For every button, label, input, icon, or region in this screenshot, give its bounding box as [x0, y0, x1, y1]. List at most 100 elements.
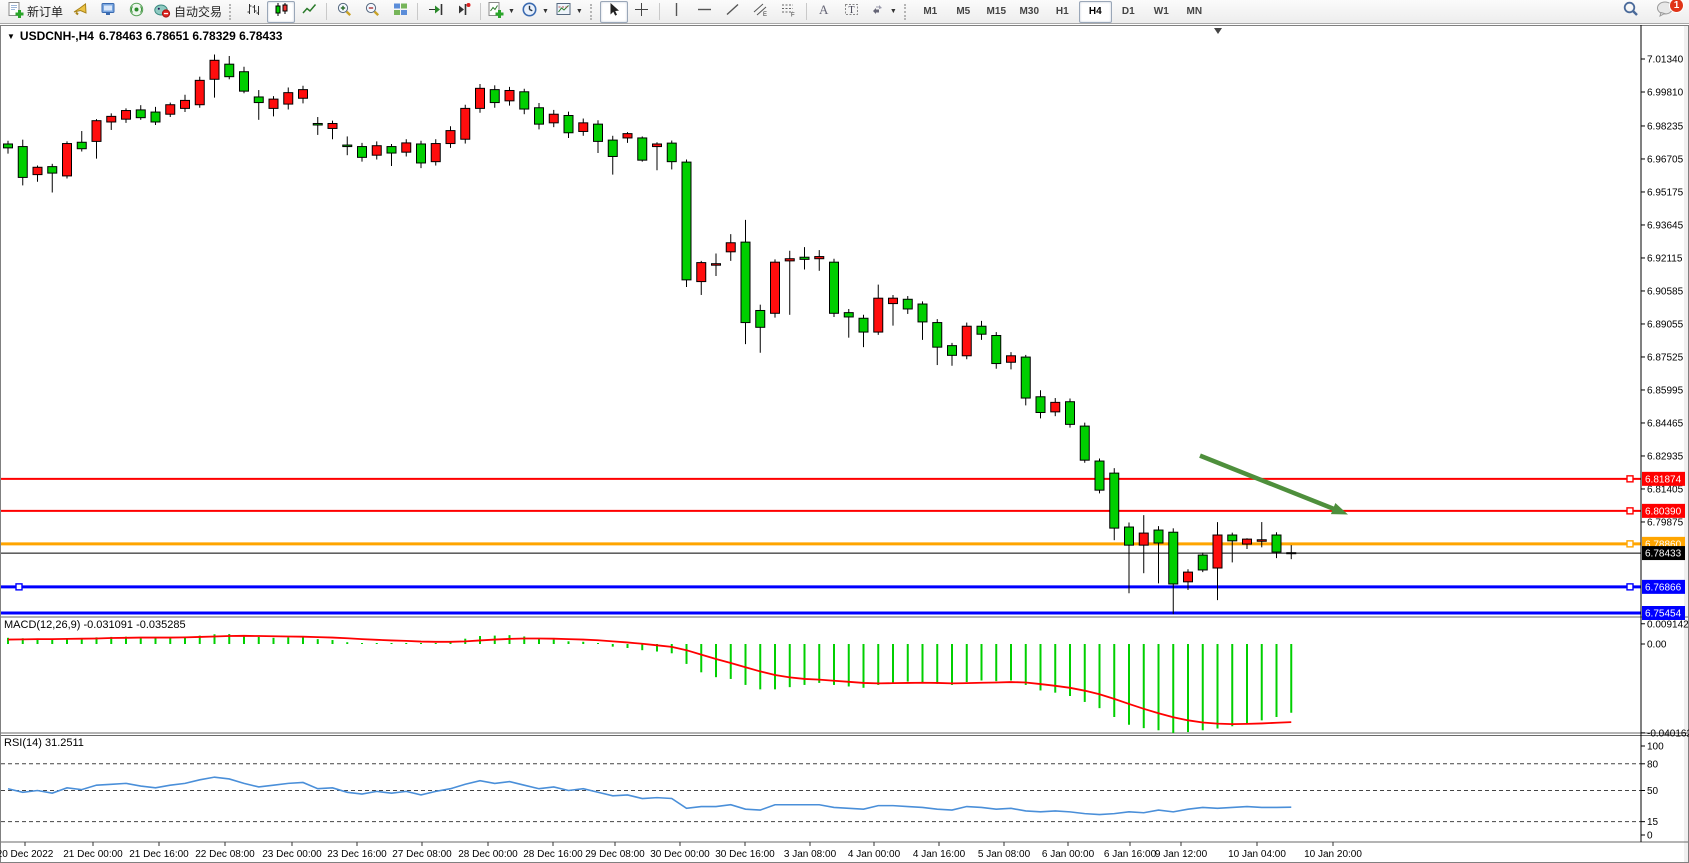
candle-body	[653, 144, 662, 147]
text-label-tool-button[interactable]: T	[838, 1, 866, 23]
candle-body	[667, 143, 676, 162]
candle-body	[284, 93, 293, 104]
new-order-button[interactable]: 新订单	[4, 1, 66, 23]
hline-handle	[16, 584, 22, 590]
candle-body	[299, 90, 308, 99]
indicators-button[interactable]: ▼	[484, 1, 518, 23]
arrows-tool-button[interactable]: ▼	[866, 1, 900, 23]
ohlc-values: 6.78463 6.78651 6.78329 6.78433	[99, 29, 283, 43]
price-tick-label: 6.85995	[1647, 385, 1684, 396]
timeframe-button-M30[interactable]: M30	[1013, 1, 1046, 23]
line-chart-icon	[301, 1, 318, 23]
price-tick-label: 6.82935	[1647, 451, 1684, 462]
market-depth-button[interactable]	[94, 1, 122, 23]
clock-icon	[521, 1, 538, 23]
zoom-out-button[interactable]	[358, 1, 386, 23]
crosshair-icon	[633, 1, 650, 23]
candle-body	[1095, 461, 1104, 490]
template-icon	[555, 1, 572, 23]
symbol-dropdown-icon[interactable]: ▼	[7, 32, 15, 41]
timeframe-button-M1[interactable]: M1	[914, 1, 947, 23]
macd-pane	[8, 634, 1291, 733]
trend-arrow-annotation	[1200, 456, 1348, 515]
chart-canvas[interactable]: 7.013406.998106.982356.967056.951756.936…	[0, 25, 1689, 863]
autotrading-button[interactable]: 自动交易	[150, 1, 225, 23]
rsi-axis-label: 50	[1647, 786, 1659, 797]
text-icon: A	[815, 1, 832, 23]
line-chart-button[interactable]	[295, 1, 323, 23]
chevron-down-icon: ▼	[508, 8, 515, 15]
time-label: 21 Dec 00:00	[63, 849, 123, 860]
rsi-axis-label: 15	[1647, 817, 1659, 828]
time-label: 10 Jan 20:00	[1304, 849, 1362, 860]
candle-body	[402, 143, 411, 152]
chevron-down-icon: ▼	[576, 8, 583, 15]
broadcast-button[interactable]	[122, 1, 150, 23]
tile-windows-button[interactable]	[386, 1, 414, 23]
crosshair-tool-button[interactable]	[628, 1, 656, 23]
periods-button[interactable]: ▼	[518, 1, 552, 23]
timeframe-button-H4[interactable]: H4	[1079, 1, 1112, 23]
time-label: 3 Jan 08:00	[784, 849, 837, 860]
text-tool-button[interactable]: A	[810, 1, 838, 23]
candle-body	[564, 116, 573, 133]
price-tick-label: 6.89055	[1647, 319, 1684, 330]
candle-body	[195, 80, 204, 104]
chat-unread-badge: 1	[1669, 0, 1684, 13]
price-tick-label: 6.95175	[1647, 187, 1684, 198]
timeframe-button-M5[interactable]: M5	[947, 1, 980, 23]
candle-body	[874, 298, 883, 332]
timeframe-button-W1[interactable]: W1	[1145, 1, 1178, 23]
horn-button[interactable]	[66, 1, 94, 23]
candle-body	[1243, 539, 1252, 544]
search-button[interactable]	[1617, 1, 1645, 23]
candle-body	[1080, 426, 1089, 460]
time-label: 28 Dec 00:00	[458, 849, 518, 860]
trendline-tool-button[interactable]	[719, 1, 747, 23]
svg-text:6.76866: 6.76866	[1645, 582, 1682, 593]
price-badge-6.76866: 6.76866	[1642, 580, 1685, 594]
candle-body	[181, 100, 190, 108]
macd-indicator-label: MACD(12,26,9) -0.031091 -0.035285	[4, 619, 186, 631]
price-tick-label: 6.99810	[1647, 87, 1684, 98]
candle-body	[18, 147, 27, 178]
horn-icon	[72, 1, 89, 23]
horizontal-line-tool-button[interactable]	[691, 1, 719, 23]
timeframe-button-D1[interactable]: D1	[1112, 1, 1145, 23]
vertical-line-tool-button[interactable]	[663, 1, 691, 23]
auto-scroll-icon	[427, 1, 444, 23]
price-tick-label: 6.93645	[1647, 220, 1684, 231]
timeframe-button-MN[interactable]: MN	[1178, 1, 1211, 23]
price-tick-label: 6.81405	[1647, 484, 1684, 495]
timeframe-button-M15[interactable]: M15	[980, 1, 1013, 23]
cursor-tool-button[interactable]	[600, 1, 628, 23]
fibonacci-tool-button[interactable]: F	[775, 1, 803, 23]
candle-body	[535, 108, 544, 124]
price-badge-6.78433: 6.78433	[1642, 546, 1685, 560]
rsi-axis-label: 100	[1647, 742, 1664, 753]
symbol-label[interactable]: ▼ USDCNH-,H4 6.78463 6.78651 6.78329 6.7…	[7, 29, 282, 43]
chart-shift-button[interactable]	[449, 1, 477, 23]
time-label: 22 Dec 08:00	[195, 849, 255, 860]
candle-body	[1036, 397, 1045, 413]
candle-body	[1184, 572, 1193, 582]
candle-body	[313, 123, 322, 125]
price-tick-label: 6.90585	[1647, 286, 1684, 297]
price-tick-label: 6.84465	[1647, 418, 1684, 429]
time-label: 6 Jan 16:00	[1104, 849, 1157, 860]
mt4-window: 新订单 自动交易	[0, 0, 1689, 863]
equidistant-channel-tool-button[interactable]: E	[747, 1, 775, 23]
broadcast-icon	[128, 1, 145, 23]
candlestick-chart-button[interactable]	[267, 1, 295, 23]
timeframe-button-H1[interactable]: H1	[1046, 1, 1079, 23]
time-label: 30 Dec 00:00	[650, 849, 710, 860]
bar-chart-button[interactable]	[239, 1, 267, 23]
candle-body	[859, 318, 868, 332]
rsi-axis-label: 80	[1647, 759, 1659, 770]
auto-scroll-button[interactable]	[421, 1, 449, 23]
zoom-in-button[interactable]	[330, 1, 358, 23]
chat-button[interactable]: 1	[1651, 1, 1679, 23]
templates-button[interactable]: ▼	[552, 1, 586, 23]
candle-body	[948, 346, 957, 356]
candle-body	[136, 110, 145, 118]
